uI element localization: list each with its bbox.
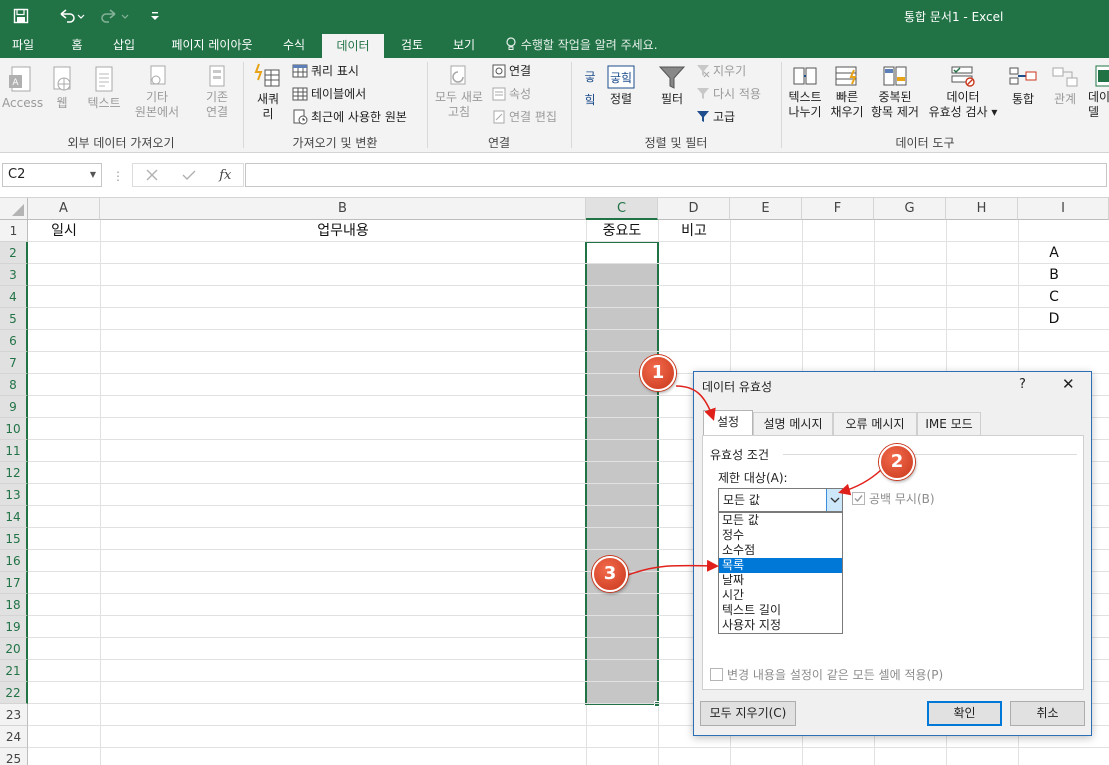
callout-arrow-1 (675, 385, 716, 421)
callout-badge-1: 1 (640, 355, 676, 391)
callout-arrow-2 (838, 469, 882, 496)
callout-badge-3: 3 (592, 556, 628, 592)
callout-arrow-3 (627, 559, 719, 576)
callout-badge-2: 2 (879, 444, 915, 480)
callout-arrows (627, 385, 882, 576)
